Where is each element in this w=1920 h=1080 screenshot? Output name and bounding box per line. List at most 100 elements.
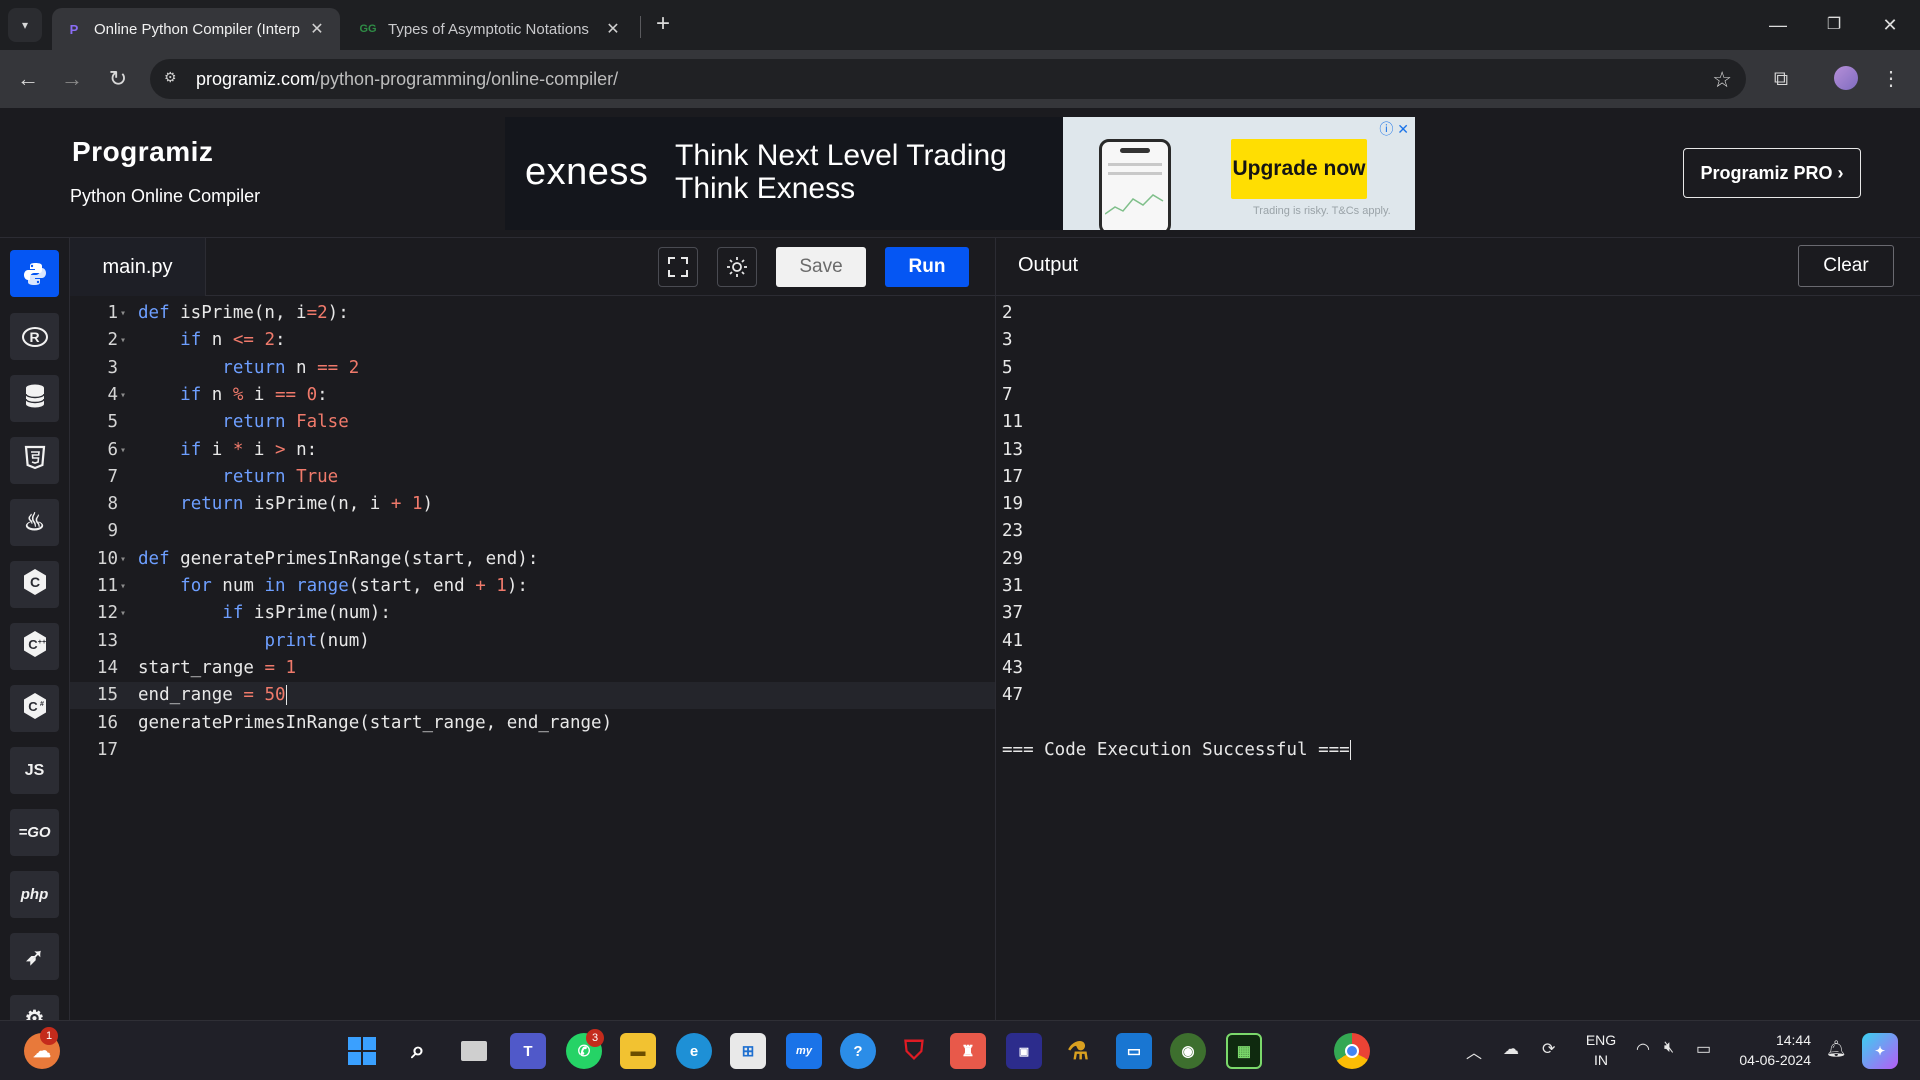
sidebar-item-go[interactable]: =GO [10, 809, 59, 856]
save-button[interactable]: Save [776, 247, 866, 287]
fold-toggle-icon[interactable]: ▾ [120, 546, 130, 573]
window-app-taskbar-icon[interactable]: ▭ [1116, 1033, 1152, 1069]
task-view-button[interactable] [456, 1033, 492, 1069]
programiz-pro-button[interactable]: Programiz PRO › [1683, 148, 1861, 198]
code-line[interactable]: 12 ▾ if isPrime(num): [70, 600, 995, 627]
code-line[interactable]: 13 print(num) [70, 628, 995, 655]
text-cursor [285, 685, 287, 706]
copilot-taskbar-icon[interactable]: ✦ [1862, 1033, 1898, 1069]
code-line[interactable]: 16 generatePrimesInRange(start_range, end… [70, 710, 995, 737]
code-line[interactable]: 5 return False [70, 409, 995, 436]
code-line[interactable]: 1 ▾ def isPrime(n, i=2): [70, 300, 995, 327]
sidebar-item-cpp[interactable]: C ++ [10, 623, 59, 670]
profile-avatar[interactable] [1834, 66, 1858, 90]
sidebar-item-sql[interactable] [10, 375, 59, 422]
battery-icon[interactable]: ▭ [1696, 1039, 1711, 1059]
sidebar-item-html[interactable] [10, 437, 59, 484]
clear-button[interactable]: Clear [1798, 245, 1894, 287]
geeksforgeeks-favicon-icon: GG [359, 23, 377, 35]
edge-taskbar-icon[interactable]: e [676, 1033, 712, 1069]
code-editor[interactable]: 1 ▾ def isPrime(n, i=2): 2 ▾ if n <= 2: 3 ret… [70, 296, 995, 1020]
code-line[interactable]: 15 end_range = 50 [70, 682, 995, 710]
sidebar-item-javascript[interactable]: JS [10, 747, 59, 794]
notification-bell-icon[interactable]: 🔔︎ [1826, 1039, 1846, 1059]
microsoft-store-taskbar-icon[interactable]: ⊞ [730, 1033, 766, 1069]
ad-upgrade-button[interactable]: Upgrade now [1231, 139, 1367, 199]
fold-toggle-icon[interactable]: ▾ [120, 300, 130, 327]
code-line[interactable]: 3 return n == 2 [70, 355, 995, 382]
help-taskbar-icon[interactable]: ? [840, 1033, 876, 1069]
code-line[interactable]: 11 ▾ for num in range(start, end + 1): [70, 573, 995, 600]
code-line[interactable]: 6 ▾ if i * i > n: [70, 437, 995, 464]
tab-online-python-compiler[interactable]: P Online Python Compiler (Interp ✕ [52, 8, 340, 50]
fullscreen-button[interactable] [658, 247, 698, 287]
code-line[interactable]: 9 [70, 518, 995, 545]
terminal-app-taskbar-icon[interactable]: ▣ [1006, 1033, 1042, 1069]
sidebar-item-rust[interactable]: ⚙ [10, 995, 59, 1020]
forward-button[interactable]: → [58, 65, 86, 93]
line-number: 13 [96, 630, 118, 651]
fold-toggle-icon[interactable]: ▾ [120, 437, 130, 464]
fold-toggle-icon[interactable]: ▾ [120, 600, 130, 627]
advertisement-banner[interactable]: exness Think Next Level Trading Think Ex… [505, 117, 1415, 230]
fold-toggle-icon[interactable]: ▾ [120, 573, 130, 600]
back-button[interactable]: ← [14, 65, 42, 93]
code-line[interactable]: 17 [70, 737, 995, 764]
sidebar-item-csharp[interactable]: C # [10, 685, 59, 732]
mcafee-taskbar-icon[interactable]: ⛉ [896, 1033, 932, 1069]
start-button[interactable] [344, 1033, 380, 1069]
teams-taskbar-icon[interactable]: T [510, 1033, 546, 1069]
address-bar[interactable]: ⚙ programiz.com/python-programming/onlin… [150, 59, 1746, 99]
file-tab-main-py[interactable]: main.py [70, 238, 206, 296]
site-info-icon[interactable]: ⚙ [164, 69, 184, 89]
browser-menu-button[interactable]: ⋮ [1876, 64, 1906, 94]
sidebar-item-java[interactable]: ♨ [10, 499, 59, 546]
fold-toggle-icon[interactable]: ▾ [120, 327, 130, 354]
sidebar-item-c[interactable]: C [10, 561, 59, 608]
code-line[interactable]: 10 ▾ def generatePrimesInRange(start, end)… [70, 546, 995, 573]
sidebar-item-r[interactable]: R [10, 313, 59, 360]
nvidia-app-taskbar-icon[interactable]: ▦ [1226, 1033, 1262, 1069]
code-line[interactable]: 14 start_range = 1 [70, 655, 995, 682]
tool-taskbar-icon[interactable]: ⚗ [1060, 1033, 1096, 1069]
theme-toggle-button[interactable] [717, 247, 757, 287]
output-console[interactable]: 2 3 5 7 11 13 17 19 23 29 31 37 41 43 47 === Code Execu… [995, 296, 1920, 1020]
new-tab-button[interactable]: + [650, 12, 676, 38]
tab-asymptotic-notations[interactable]: GG Types of Asymptotic Notations ✕ [346, 8, 636, 50]
onedrive-tray-icon[interactable]: ☁ [1503, 1039, 1519, 1059]
sidebar-item-python[interactable] [10, 250, 59, 297]
fold-toggle-icon[interactable]: ▾ [120, 382, 130, 409]
minimize-button[interactable]: — [1758, 10, 1798, 40]
file-explorer-taskbar-icon[interactable]: ▬ [620, 1033, 656, 1069]
search-taskbar-button[interactable]: ⌕ [400, 1033, 436, 1069]
tab-search-button[interactable]: ▾ [8, 8, 42, 42]
ad-info-close-icon[interactable]: ⓘ ✕ [1379, 119, 1409, 139]
close-icon[interactable]: ✕ [604, 19, 622, 39]
arrow-right-icon: → [61, 66, 83, 91]
extensions-button[interactable]: ⧉ [1766, 64, 1796, 94]
mysql-taskbar-icon[interactable]: my [786, 1033, 822, 1069]
system-clock[interactable]: 14:44 04-06-2024 [1735, 1030, 1811, 1070]
code-line[interactable]: 2 ▾ if n <= 2: [70, 327, 995, 354]
wifi-icon[interactable]: ◠ [1636, 1039, 1650, 1059]
bookmark-star-icon[interactable]: ☆ [1712, 67, 1732, 93]
code-line[interactable]: 4 ▾ if n % i == 0: [70, 382, 995, 409]
reload-button[interactable]: ↻ [104, 65, 132, 93]
close-icon[interactable]: ✕ [308, 19, 326, 39]
sidebar-item-swift[interactable]: ➶ [10, 933, 59, 980]
window-close-button[interactable]: ✕ [1870, 10, 1910, 40]
code-line[interactable]: 8 return isPrime(n, i + 1) [70, 491, 995, 518]
restore-button[interactable]: ❐ [1814, 10, 1854, 40]
sidebar-item-php[interactable]: php [10, 871, 59, 918]
app-taskbar-icon[interactable]: ♜ [950, 1033, 986, 1069]
output-line: 31 [1002, 576, 1024, 596]
programiz-logo[interactable]: Programiz [72, 136, 213, 168]
chrome-taskbar-icon[interactable] [1334, 1033, 1370, 1069]
run-button[interactable]: Run [885, 247, 969, 287]
speaker-muted-icon[interactable]: 🔇︎ [1664, 1039, 1674, 1057]
sync-tray-icon[interactable]: ⟳ [1542, 1039, 1555, 1059]
code-line[interactable]: 7 return True [70, 464, 995, 491]
tray-overflow-icon[interactable]: ︿ [1466, 1039, 1482, 1063]
input-language-indicator[interactable]: ENG IN [1583, 1030, 1619, 1070]
globe-app-taskbar-icon[interactable]: ◉ [1170, 1033, 1206, 1069]
